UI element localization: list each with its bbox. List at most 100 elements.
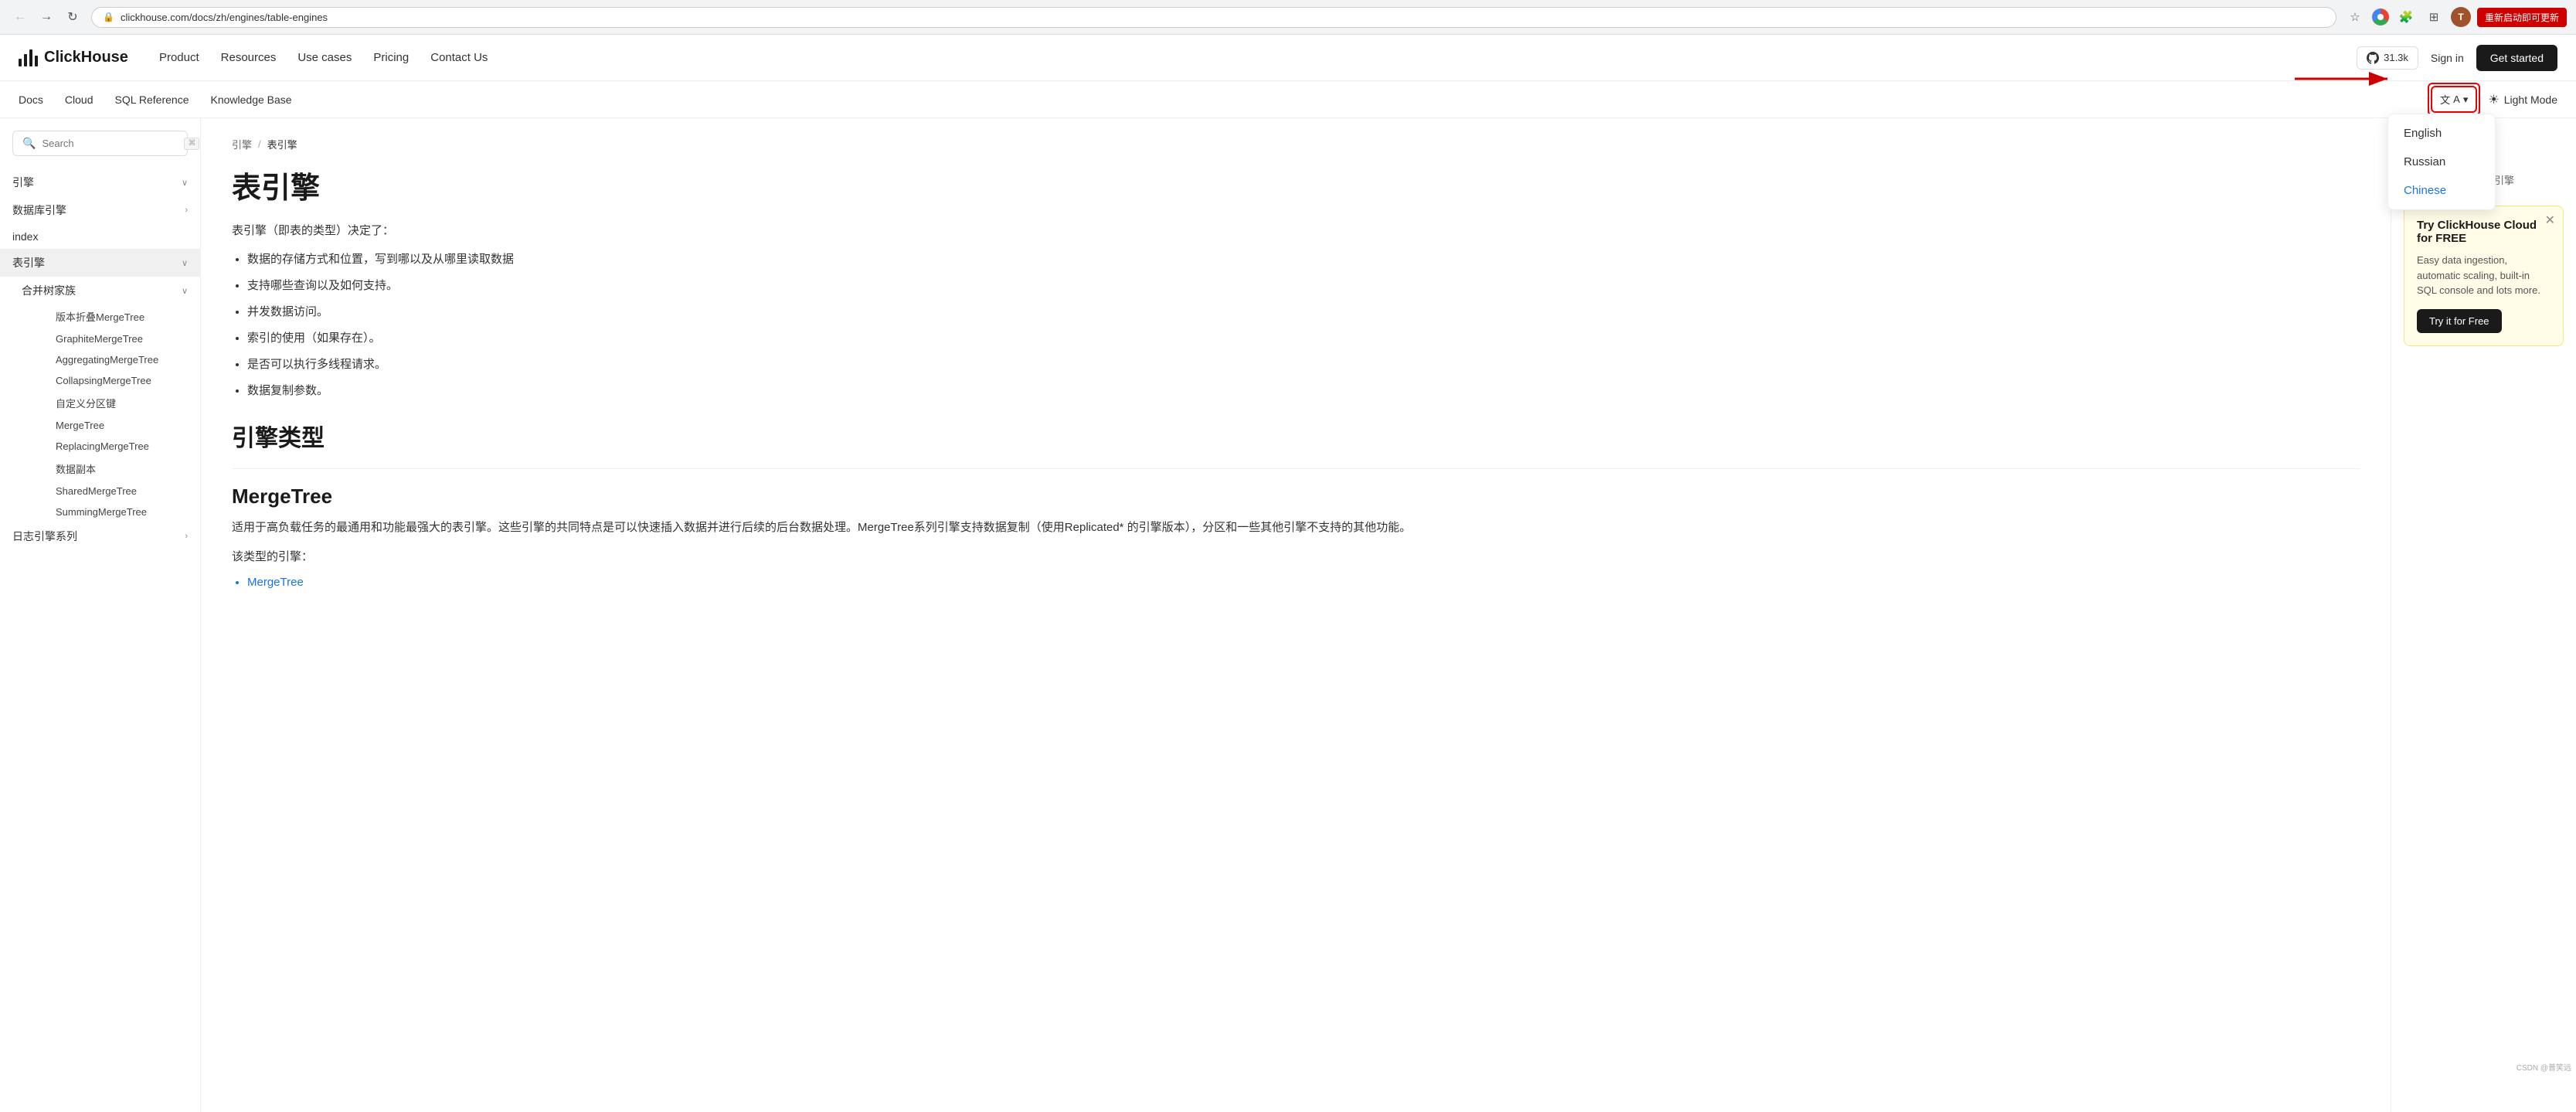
forward-button[interactable]: → <box>36 6 57 28</box>
lock-icon: 🔒 <box>103 12 114 22</box>
watermark: CSDN @普笑远 <box>2517 1061 2571 1073</box>
search-shortcut: ⌘ K <box>184 138 201 150</box>
sidebar: 🔍 ⌘ K 引擎 ∨ 数据库引擎 › index 表引擎 ∨ <box>0 118 201 1112</box>
sidebar-item-table-engines[interactable]: 表引擎 ∨ <box>0 249 200 277</box>
engine-mergetree[interactable]: MergeTree <box>247 576 2360 589</box>
chevron-right-icon: › <box>185 206 188 215</box>
sidebar-item-engines[interactable]: 引擎 ∨ <box>0 168 200 196</box>
browser-chrome: ← → ↻ 🔒 clickhouse.com/docs/zh/engines/t… <box>0 0 2576 35</box>
chrome-logo <box>2372 9 2389 26</box>
docs-subnav-right: 文 A ▾ English Russian Chinese ☀ Light Mo… <box>2428 83 2557 116</box>
lang-button[interactable]: 文 A ▾ <box>2431 86 2477 113</box>
nav-links: Product Resources Use cases Pricing Cont… <box>159 51 2357 64</box>
light-mode-label: Light Mode <box>2504 94 2557 106</box>
extensions-button[interactable]: 🧩 <box>2395 6 2417 28</box>
logo-bar-4 <box>35 56 38 66</box>
logo-bar-3 <box>29 49 32 66</box>
sidebar-item-collapsing[interactable]: CollapsingMergeTree <box>43 370 200 391</box>
get-started-button[interactable]: Get started <box>2476 45 2557 71</box>
sidebar-item-replicas[interactable]: 数据副本 <box>43 457 200 481</box>
page-intro: 表引擎（即表的类型）决定了： <box>232 222 2360 238</box>
nav-contact[interactable]: Contact Us <box>430 51 488 64</box>
chevron-down-icon-table: ∨ <box>182 258 188 268</box>
nav-use-cases[interactable]: Use cases <box>297 51 352 64</box>
divider-1 <box>232 468 2360 469</box>
chevron-down-icon: ∨ <box>182 178 188 188</box>
url-text: clickhouse.com/docs/zh/engines/table-eng… <box>121 12 328 23</box>
github-button[interactable]: 31.3k <box>2357 46 2418 70</box>
sidebar-item-db-engines[interactable]: 数据库引擎 › <box>0 196 200 224</box>
search-input[interactable] <box>42 138 178 149</box>
logo-bar-2 <box>24 54 27 66</box>
sidebar-item-mergetree-family[interactable]: 合并树家族 ∨ <box>22 277 200 304</box>
sidebar-item-partition[interactable]: 自定义分区键 <box>43 391 200 415</box>
feature-item-1: 数据的存储方式和位置，写到哪以及从哪里读取数据 <box>247 250 2360 269</box>
sidebar-item-aggregating[interactable]: AggregatingMergeTree <box>43 349 200 370</box>
subnav-docs[interactable]: Docs <box>19 94 43 106</box>
cloud-promo-box: ✕ Try ClickHouse Cloud for FREE Easy dat… <box>2404 206 2564 346</box>
signin-link[interactable]: Sign in <box>2431 52 2464 64</box>
breadcrumb-parent[interactable]: 引擎 <box>232 137 252 151</box>
subnav-sql-ref[interactable]: SQL Reference <box>115 94 189 106</box>
nav-product[interactable]: Product <box>159 51 199 64</box>
sidebar-item-label-table: 表引擎 <box>12 255 45 270</box>
refresh-button[interactable]: ↻ <box>62 6 83 28</box>
nav-resources[interactable]: Resources <box>221 51 277 64</box>
nav-right: 31.3k Sign in Get started <box>2357 45 2557 71</box>
engines-list: MergeTree <box>247 576 2360 589</box>
lang-icon: 文 <box>2440 92 2450 107</box>
bookmark-button[interactable]: ☆ <box>2344 6 2366 28</box>
subnav-knowledge[interactable]: Knowledge Base <box>210 94 291 106</box>
back-button[interactable]: ← <box>9 6 31 28</box>
lang-option-chinese[interactable]: Chinese <box>2388 176 2495 205</box>
lang-option-english[interactable]: English <box>2388 119 2495 148</box>
search-box[interactable]: 🔍 ⌘ K <box>12 131 188 156</box>
sidebar-item-graphite[interactable]: GraphiteMergeTree <box>43 328 200 349</box>
subnav-cloud[interactable]: Cloud <box>65 94 93 106</box>
promo-cta-button[interactable]: Try it for Free <box>2417 309 2502 333</box>
sidebar-item-label-log: 日志引擎系列 <box>12 529 77 544</box>
sidebar-section-engines: 引擎 ∨ 数据库引擎 › index 表引擎 ∨ 合并树家族 ∨ 版本折叠M <box>0 168 200 550</box>
main-layout: 🔍 ⌘ K 引擎 ∨ 数据库引擎 › index 表引擎 ∨ <box>0 118 2576 1112</box>
split-view-button[interactable]: ⊞ <box>2423 6 2445 28</box>
breadcrumb-sep: / <box>258 138 261 150</box>
shortcut-key: ⌘ <box>184 138 199 150</box>
content-area: 引擎 / 表引擎 表引擎 表引擎（即表的类型）决定了： 数据的存储方式和位置，写… <box>201 118 2391 1112</box>
logo-text: ClickHouse <box>44 49 128 66</box>
docs-subnav: Docs Cloud SQL Reference Knowledge Base … <box>0 81 2576 118</box>
page-title: 表引擎 <box>232 164 2360 206</box>
sidebar-item-summing[interactable]: SummingMergeTree <box>43 502 200 522</box>
lang-dropdown: English Russian Chinese <box>2387 114 2496 210</box>
sidebar-item-label-db: 数据库引擎 <box>12 202 66 218</box>
mergetree-desc-2: 该类型的引擎： <box>232 547 2360 567</box>
logo-area[interactable]: ClickHouse <box>19 49 128 66</box>
promo-desc: Easy data ingestion, automatic scaling, … <box>2417 253 2551 298</box>
breadcrumb-current: 表引擎 <box>267 137 297 151</box>
docs-subnav-left: Docs Cloud SQL Reference Knowledge Base <box>19 94 292 106</box>
chevron-right-icon-log: › <box>185 532 188 541</box>
sidebar-item-label-index: index <box>12 230 38 243</box>
breadcrumb: 引擎 / 表引擎 <box>232 137 2360 151</box>
sidebar-item-log-engines[interactable]: 日志引擎系列 › <box>0 522 200 550</box>
sidebar-item-mergetree[interactable]: MergeTree <box>43 415 200 436</box>
browser-actions: ☆ 🧩 ⊞ T 重新启动即可更新 <box>2344 6 2567 28</box>
address-bar[interactable]: 🔒 clickhouse.com/docs/zh/engines/table-e… <box>91 7 2336 28</box>
sidebar-item-version-fold[interactable]: 版本折叠MergeTree <box>43 304 200 328</box>
feature-list: 数据的存储方式和位置，写到哪以及从哪里读取数据 支持哪些查询以及如何支持。 并发… <box>247 250 2360 400</box>
update-button[interactable]: 重新启动即可更新 <box>2477 8 2567 27</box>
sun-icon: ☀ <box>2488 92 2499 107</box>
github-stars: 31.3k <box>2384 52 2408 63</box>
promo-close-button[interactable]: ✕ <box>2545 213 2555 228</box>
subsection-mergetree: MergeTree <box>232 485 2360 508</box>
github-icon <box>2367 52 2379 64</box>
lang-option-russian[interactable]: Russian <box>2388 148 2495 176</box>
sidebar-item-index[interactable]: index <box>0 224 200 249</box>
sidebar-item-shared[interactable]: SharedMergeTree <box>43 481 200 502</box>
profile-button[interactable]: T <box>2451 7 2471 27</box>
sidebar-item-label-engines: 引擎 <box>12 175 34 190</box>
right-sidebar: MergeTree 集成引擎 用于其他特定功能的引擎 ✕ Try ClickHo… <box>2391 118 2576 1112</box>
feature-item-5: 是否可以执行多线程请求。 <box>247 355 2360 374</box>
sidebar-item-replacing[interactable]: ReplacingMergeTree <box>43 436 200 457</box>
nav-pricing[interactable]: Pricing <box>373 51 409 64</box>
light-mode-toggle[interactable]: ☀ Light Mode <box>2488 92 2557 107</box>
